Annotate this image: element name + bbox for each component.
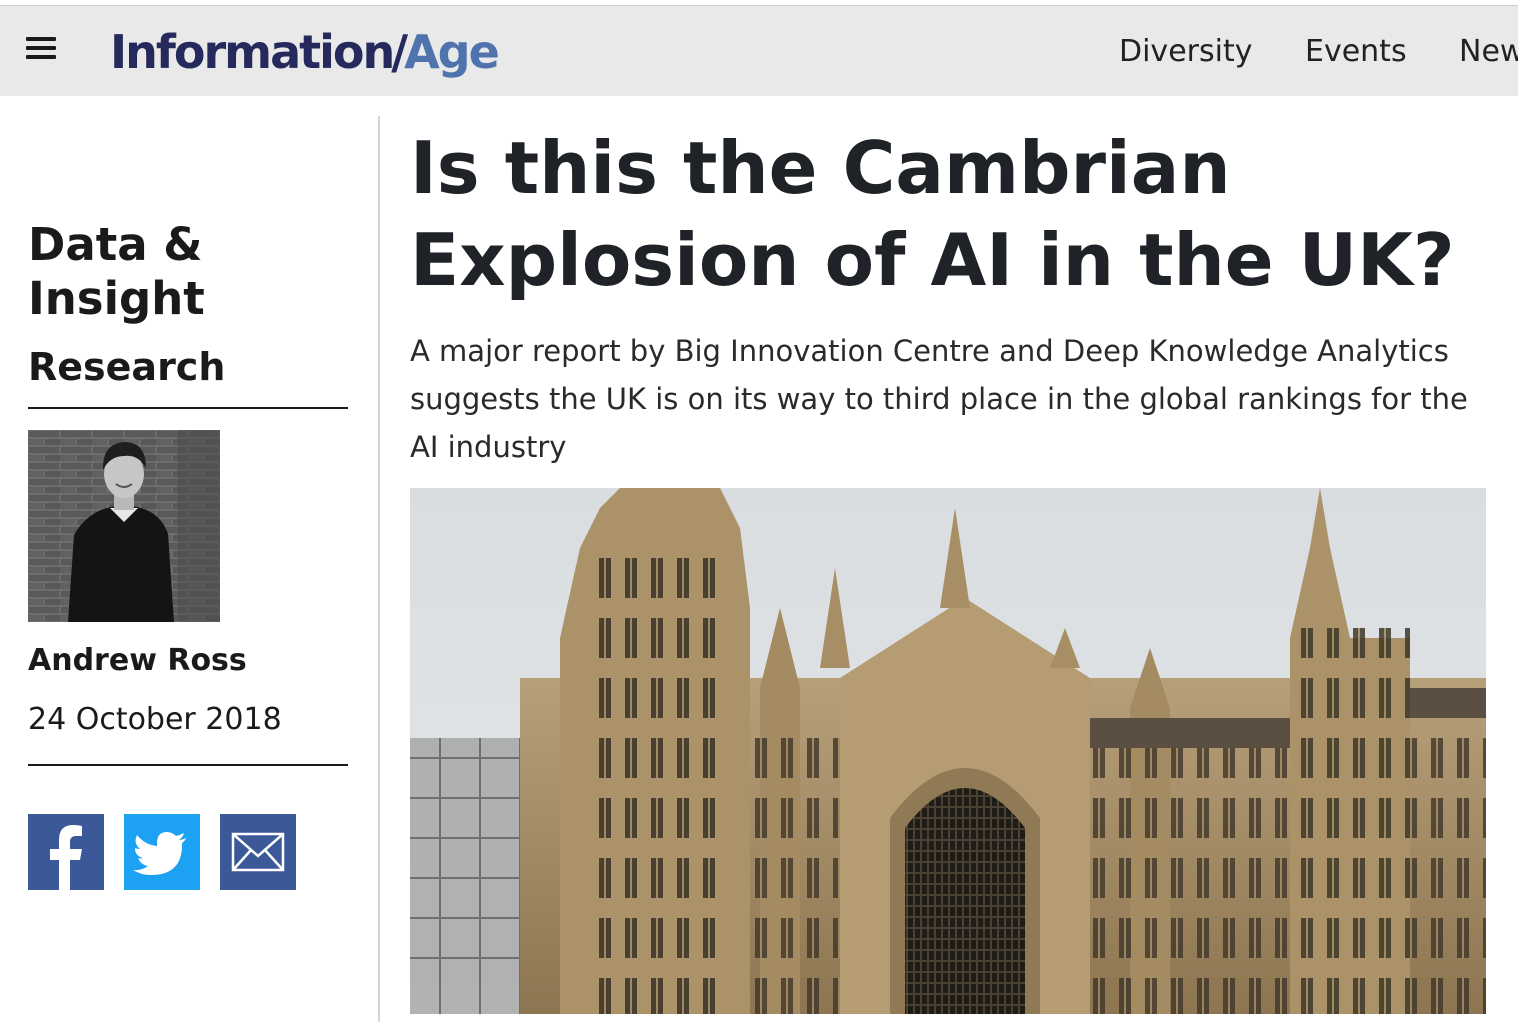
- logo-text-information: Information: [110, 25, 395, 79]
- category-link[interactable]: Data & Insight: [28, 218, 348, 326]
- logo-text-age: Age: [404, 25, 500, 79]
- email-share-button[interactable]: [220, 814, 296, 890]
- nav-item-events[interactable]: Events: [1305, 34, 1407, 70]
- column-divider: [378, 116, 380, 1022]
- article-standfirst: A major report by Big Innovation Centre …: [410, 334, 1468, 464]
- nav-item-diversity[interactable]: Diversity: [1119, 34, 1252, 70]
- nav-item-news[interactable]: New: [1459, 34, 1518, 70]
- publish-date: 24 October 2018: [28, 702, 282, 737]
- divider: [28, 764, 348, 766]
- facebook-icon: [50, 825, 82, 890]
- divider: [28, 407, 348, 409]
- facebook-share-button[interactable]: [28, 814, 104, 890]
- site-logo[interactable]: Information/Age: [110, 22, 500, 82]
- article-headline: Is this the Cambrian Explosion of AI in …: [410, 126, 1455, 302]
- menu-icon[interactable]: [26, 34, 58, 62]
- article-hero-image: [410, 488, 1486, 1014]
- site-header: Information/Age Diversity Events New: [0, 6, 1518, 96]
- subcategory-link[interactable]: Research: [28, 344, 225, 390]
- email-icon: [231, 832, 285, 872]
- twitter-icon: [133, 832, 186, 875]
- author-name[interactable]: Andrew Ross: [28, 642, 247, 680]
- author-avatar[interactable]: [28, 430, 220, 622]
- twitter-share-button[interactable]: [124, 814, 200, 890]
